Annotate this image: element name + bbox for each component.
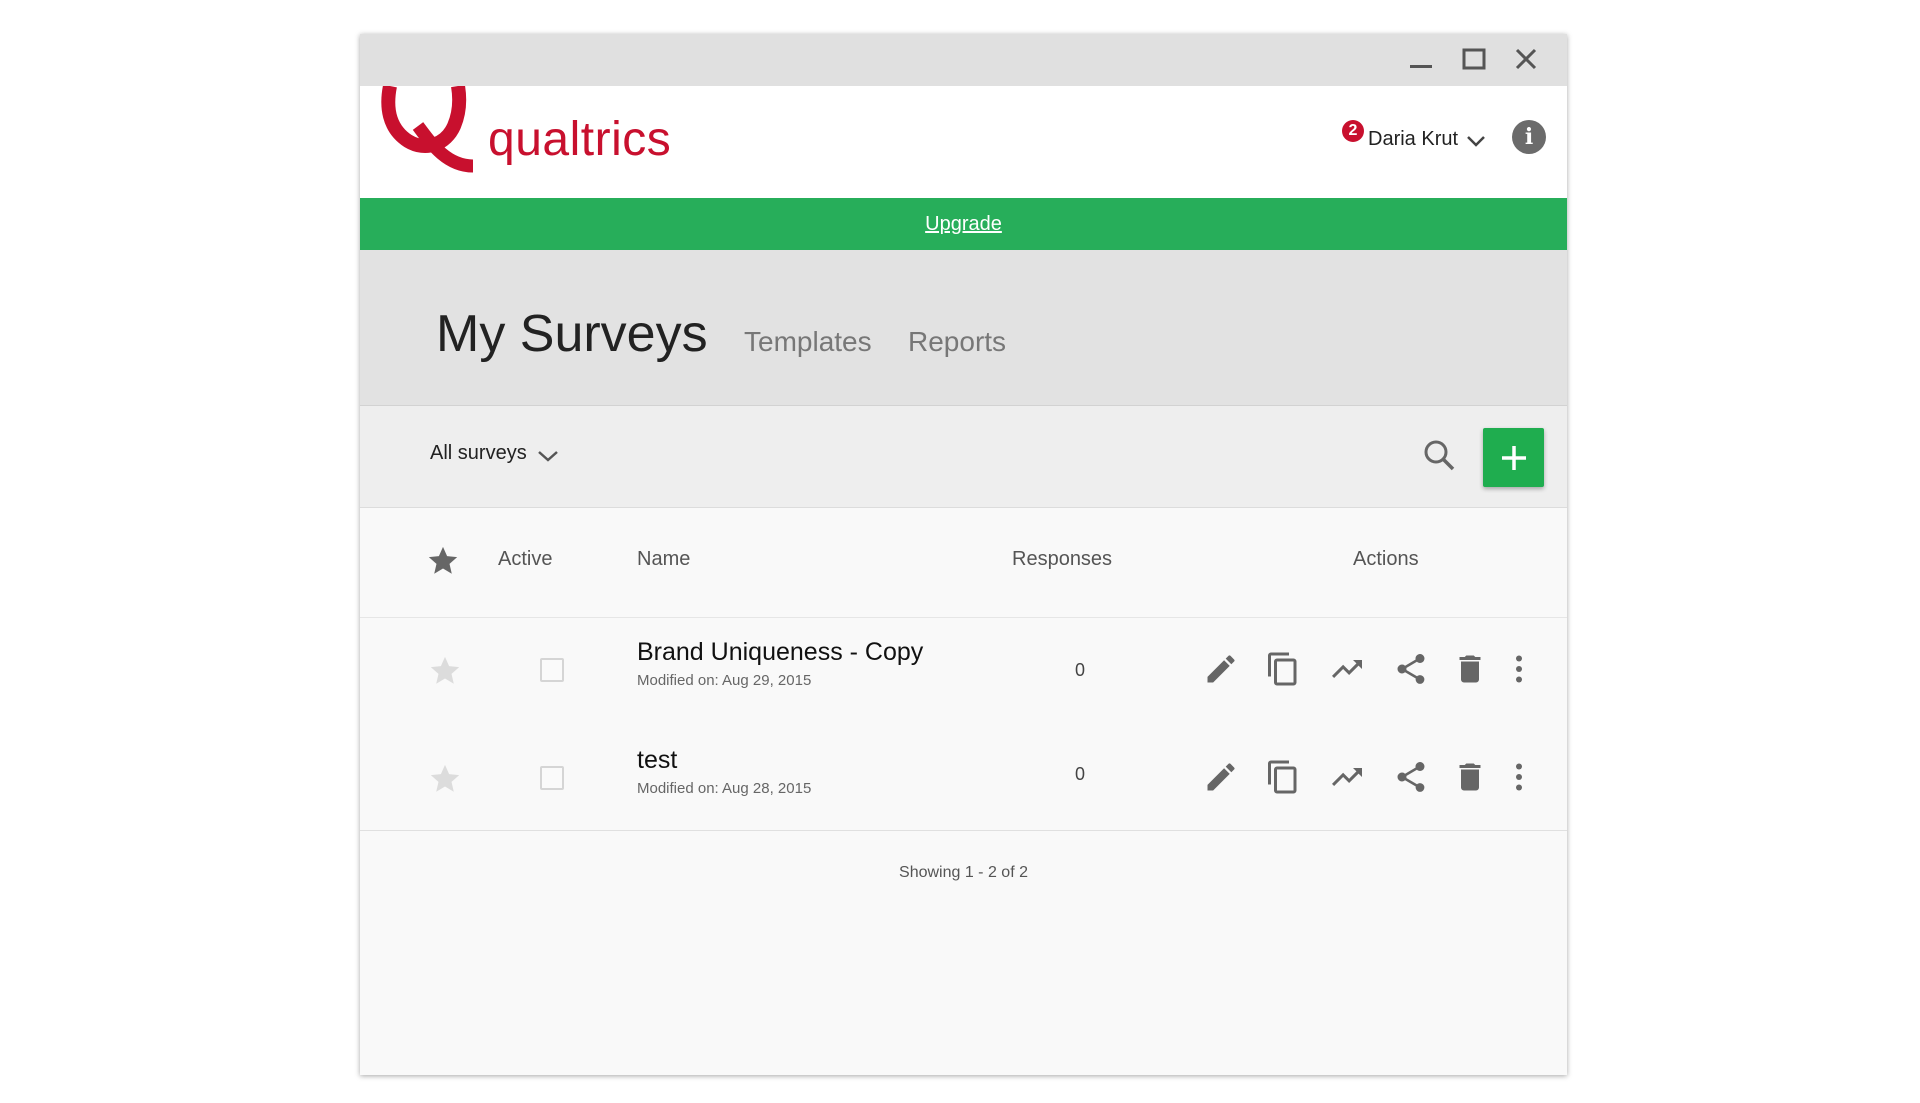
edit-icon[interactable]	[1203, 651, 1239, 687]
table-row[interactable]: test Modified on: Aug 28, 2015 0	[360, 726, 1567, 834]
notification-badge[interactable]: 2	[1342, 120, 1364, 142]
tab-my-surveys[interactable]: My Surveys	[436, 304, 708, 364]
table-header: Active Name Responses Actions	[360, 508, 1567, 618]
table-row[interactable]: Brand Uniqueness - Copy Modified on: Aug…	[360, 618, 1567, 726]
tab-reports[interactable]: Reports	[908, 326, 1006, 358]
app-window: qualtrics 2 Daria Krut i Upgrade My Surv…	[360, 34, 1567, 1075]
delete-icon[interactable]	[1452, 651, 1488, 687]
user-name: Daria Krut	[1368, 127, 1459, 150]
copy-icon[interactable]	[1265, 651, 1301, 687]
window-titlebar	[360, 34, 1567, 86]
plus-icon	[1502, 446, 1526, 470]
delete-icon[interactable]	[1452, 759, 1488, 795]
logo-wordmark: qualtrics	[488, 113, 672, 166]
more-vert-icon[interactable]	[1501, 651, 1537, 687]
chevron-down-icon	[1467, 136, 1485, 147]
column-name[interactable]: Name	[637, 548, 690, 571]
more-vert-icon[interactable]	[1501, 759, 1537, 795]
survey-name[interactable]: Brand Uniqueness - Copy	[637, 638, 923, 667]
edit-icon[interactable]	[1203, 759, 1239, 795]
star-icon[interactable]	[428, 762, 462, 796]
share-icon[interactable]	[1393, 651, 1429, 687]
star-icon[interactable]	[428, 654, 462, 688]
info-button[interactable]: i	[1512, 120, 1546, 154]
upgrade-banner: Upgrade	[360, 198, 1567, 250]
qualtrics-q-icon	[381, 86, 474, 173]
trending-up-icon[interactable]	[1329, 651, 1365, 687]
info-icon: i	[1524, 124, 1534, 150]
maximize-icon[interactable]	[1458, 44, 1490, 76]
page-tabs: My Surveys Templates Reports	[360, 250, 1567, 406]
star-icon[interactable]	[426, 544, 460, 578]
active-checkbox[interactable]	[540, 766, 564, 790]
column-active[interactable]: Active	[498, 548, 552, 571]
response-count: 0	[1074, 660, 1085, 680]
table-divider	[360, 830, 1567, 831]
minimize-icon[interactable]	[1405, 44, 1437, 76]
upgrade-link[interactable]: Upgrade	[925, 213, 1002, 235]
user-menu[interactable]: 2 Daria Krut	[1342, 120, 1486, 156]
app-header: qualtrics 2 Daria Krut i	[360, 86, 1567, 198]
surveys-toolbar: All surveys	[360, 406, 1567, 508]
qualtrics-logo[interactable]: qualtrics	[378, 86, 698, 198]
close-icon[interactable]	[1510, 44, 1542, 76]
active-checkbox[interactable]	[540, 658, 564, 682]
create-survey-button[interactable]	[1483, 428, 1544, 487]
survey-modified-date: Modified on: Aug 29, 2015	[637, 672, 812, 689]
search-icon[interactable]	[1420, 436, 1460, 476]
chevron-down-icon	[537, 450, 558, 462]
filter-label: All surveys	[430, 442, 527, 464]
column-responses[interactable]: Responses	[1012, 548, 1112, 571]
survey-filter-dropdown[interactable]: All surveys	[430, 442, 559, 465]
tab-templates[interactable]: Templates	[744, 326, 872, 358]
survey-modified-date: Modified on: Aug 28, 2015	[637, 780, 812, 797]
response-count: 0	[1074, 764, 1085, 784]
trending-up-icon[interactable]	[1329, 759, 1365, 795]
copy-icon[interactable]	[1265, 759, 1301, 795]
column-actions: Actions	[1353, 548, 1419, 570]
survey-name[interactable]: test	[637, 746, 677, 775]
share-icon[interactable]	[1393, 759, 1429, 795]
pagination-summary: Showing 1 - 2 of 2	[899, 864, 1028, 881]
